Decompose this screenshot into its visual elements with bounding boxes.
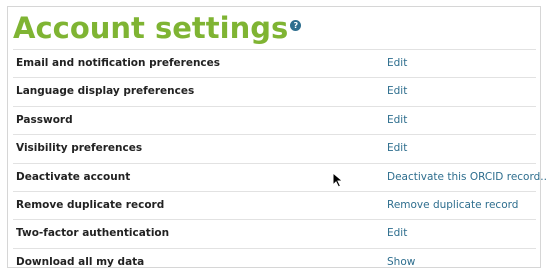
edit-language-link[interactable]: Edit xyxy=(387,78,407,105)
settings-row-label: Visibility preferences xyxy=(16,142,143,155)
settings-row-deactivate: Deactivate account Deactivate this ORCID… xyxy=(13,162,548,191)
remove-duplicate-link[interactable]: Remove duplicate record xyxy=(387,192,518,219)
settings-row-visibility: Visibility preferences Edit xyxy=(13,134,536,162)
deactivate-record-link[interactable]: Deactivate this ORCID record... xyxy=(387,164,548,191)
settings-row-password: Password Edit xyxy=(13,105,536,134)
edit-two-factor-link[interactable]: Edit xyxy=(387,220,407,247)
settings-row-label: Two-factor authentication xyxy=(16,227,170,240)
page-title: Account settings xyxy=(13,11,289,45)
mouse-pointer-icon xyxy=(332,172,344,188)
edit-email-notifications-link[interactable]: Edit xyxy=(387,50,407,77)
settings-list: Email and notification preferences Edit … xyxy=(13,49,548,276)
settings-row-label: Download all my data xyxy=(16,255,145,268)
edit-password-link[interactable]: Edit xyxy=(387,107,407,134)
settings-row-language: Language display preferences Edit xyxy=(13,77,536,105)
settings-row-download-data: Download all my data Show xyxy=(13,247,536,276)
settings-row-label: Password xyxy=(16,113,73,126)
settings-row-label: Deactivate account xyxy=(16,170,131,183)
settings-row-label: Language display preferences xyxy=(16,85,195,98)
account-settings-header: Account settings ? xyxy=(13,7,302,49)
account-settings-panel: Account settings ? Email and notificatio… xyxy=(7,6,548,268)
settings-row-email-notifications: Email and notification preferences Edit xyxy=(13,49,536,77)
help-icon[interactable]: ? xyxy=(290,19,302,31)
settings-row-remove-duplicate: Remove duplicate record Remove duplicate… xyxy=(13,190,536,219)
edit-visibility-link[interactable]: Edit xyxy=(387,135,407,162)
show-download-data-link[interactable]: Show xyxy=(387,249,415,276)
settings-row-two-factor: Two-factor authentication Edit xyxy=(13,219,536,247)
settings-row-label: Email and notification preferences xyxy=(16,57,221,69)
settings-row-label: Remove duplicate record xyxy=(16,198,165,211)
